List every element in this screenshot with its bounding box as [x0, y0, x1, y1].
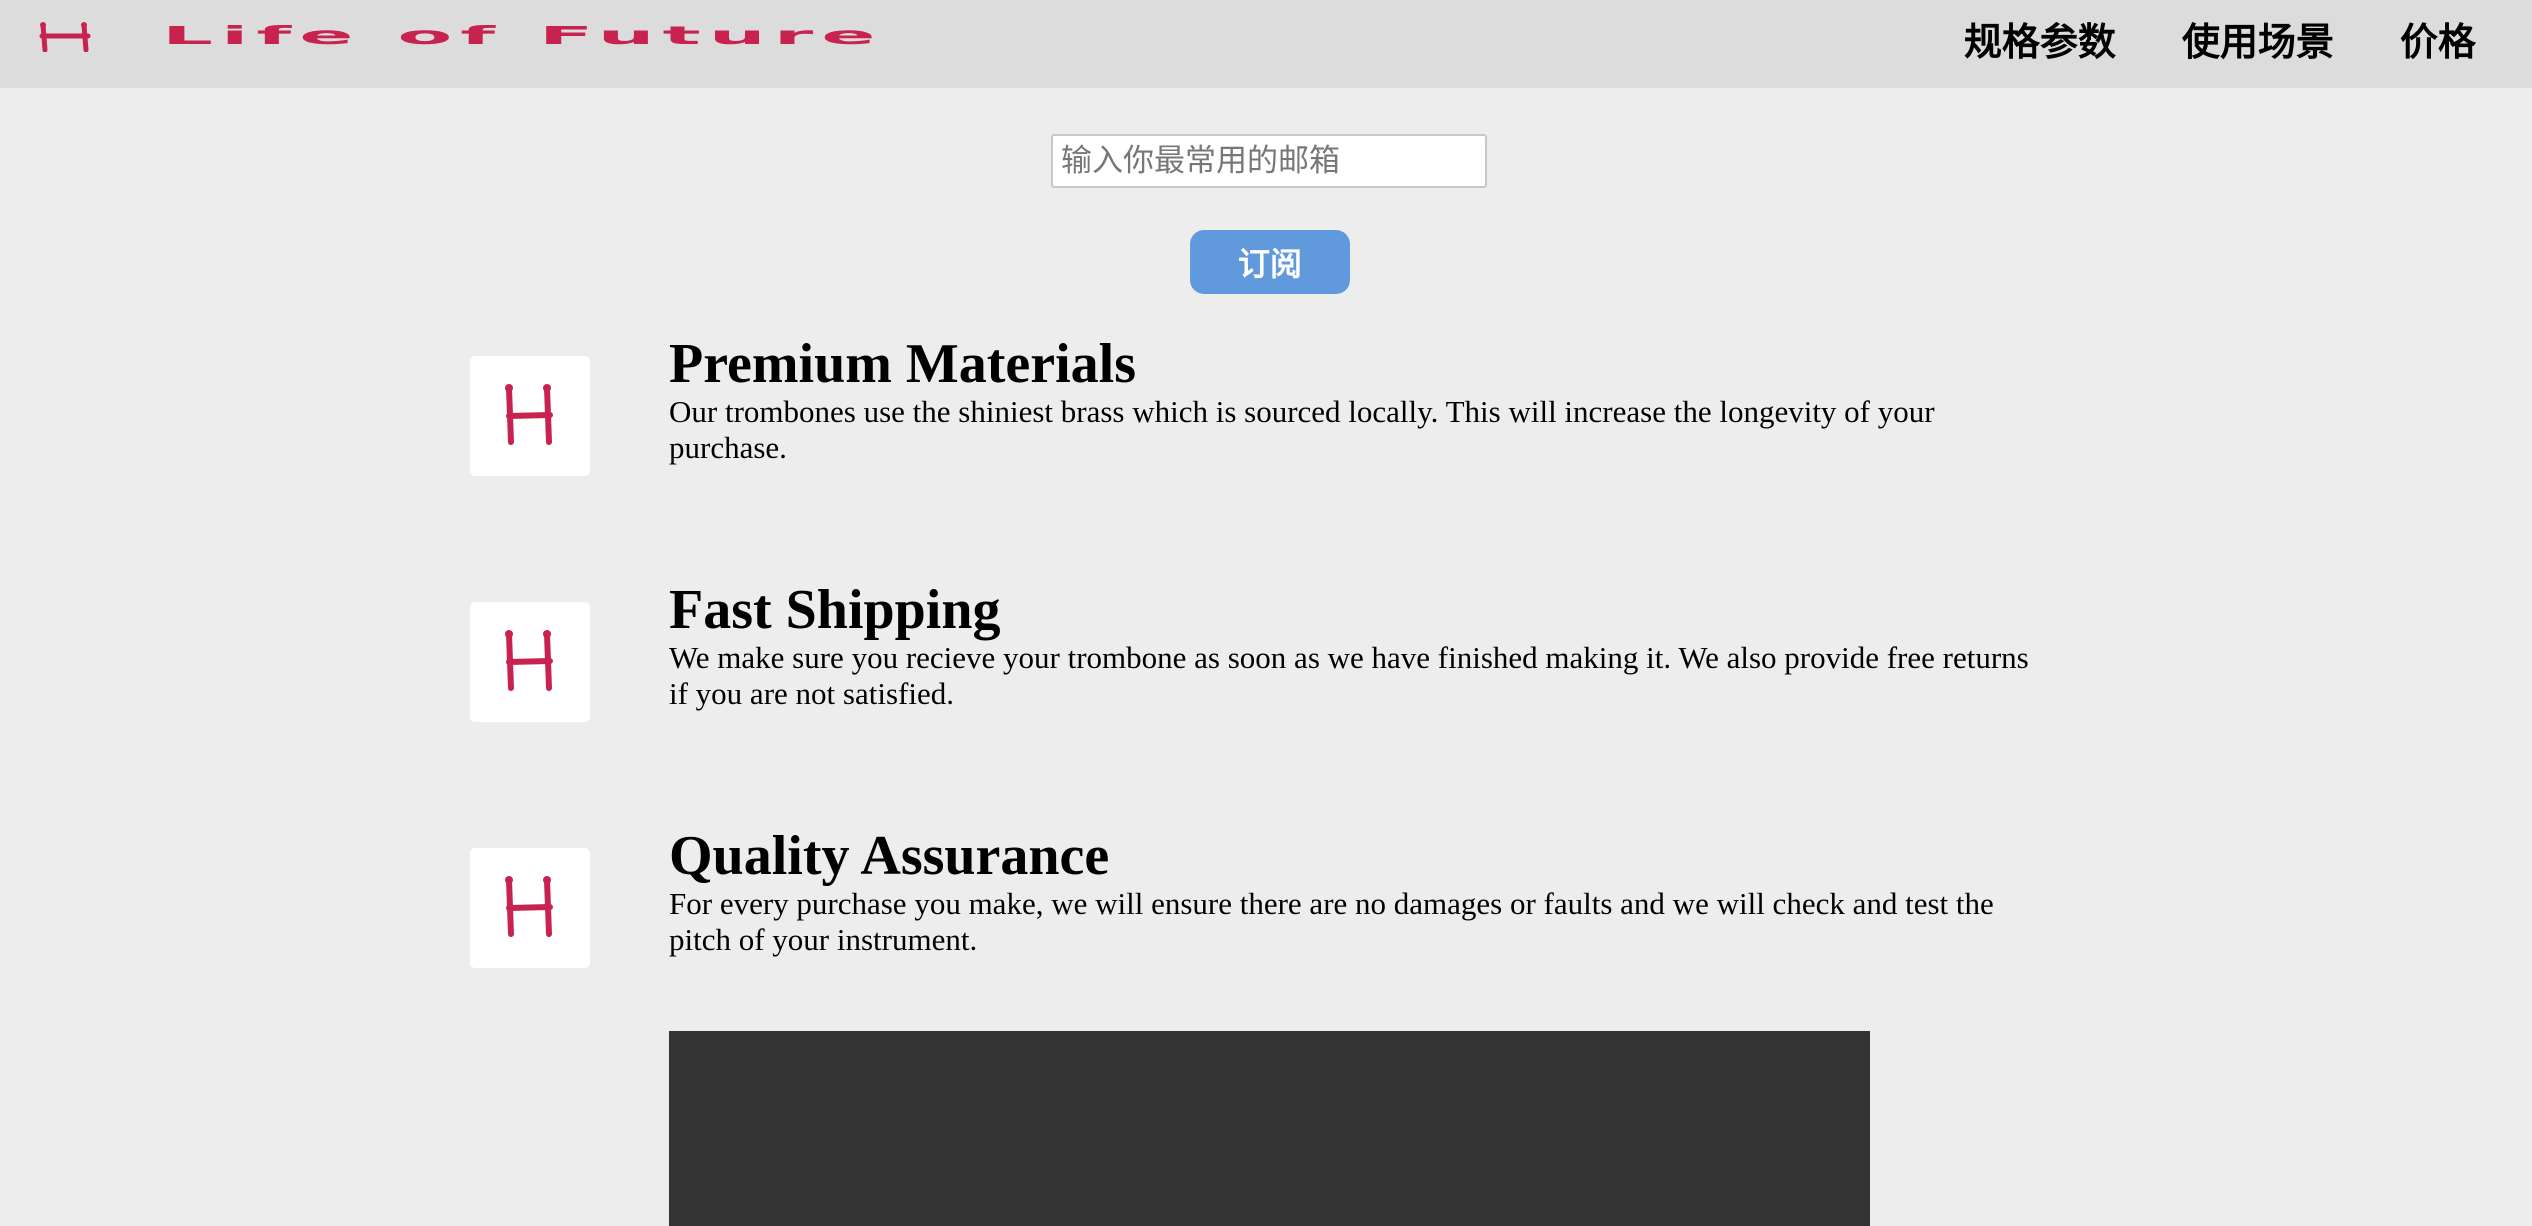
email-input[interactable] — [1051, 134, 1487, 188]
feature-description: Our trombones use the shiniest brass whi… — [669, 394, 1935, 465]
h-logo-icon — [505, 630, 553, 691]
feature-icon-box — [470, 602, 590, 722]
feature-title: Premium Materials — [669, 333, 1137, 395]
nav-link-scenarios[interactable]: 使用场景 — [2182, 11, 2334, 66]
subscribe-button[interactable]: 订阅 — [1190, 230, 1350, 294]
video-player[interactable] — [669, 1031, 1870, 1226]
h-logo-icon[interactable] — [38, 22, 98, 52]
feature-item: Premium Materials Our trombones use the … — [669, 336, 2049, 466]
feature-title: Fast Shipping — [669, 579, 1001, 641]
feature-description: We make sure you recieve your trombone a… — [669, 640, 2029, 711]
main-nav: 规格参数 使用场景 价格 — [1964, 0, 2476, 76]
feature-icon-box — [470, 356, 590, 476]
feature-title: Quality Assurance — [669, 825, 1110, 887]
nav-link-specs[interactable]: 规格参数 — [1964, 11, 2116, 66]
feature-item: Quality Assurance For every purchase you… — [669, 828, 2049, 958]
h-logo-icon — [505, 876, 553, 937]
nav-link-pricing[interactable]: 价格 — [2400, 11, 2476, 66]
feature-description: For every purchase you make, we will ens… — [669, 886, 1994, 957]
h-logo-icon — [505, 384, 553, 445]
site-logo-text[interactable]: Life of Future — [162, 19, 883, 54]
site-header: Life of Future 规格参数 使用场景 价格 — [0, 0, 2532, 88]
feature-icon-box — [470, 848, 590, 968]
feature-item: Fast Shipping We make sure you recieve y… — [669, 582, 2049, 712]
